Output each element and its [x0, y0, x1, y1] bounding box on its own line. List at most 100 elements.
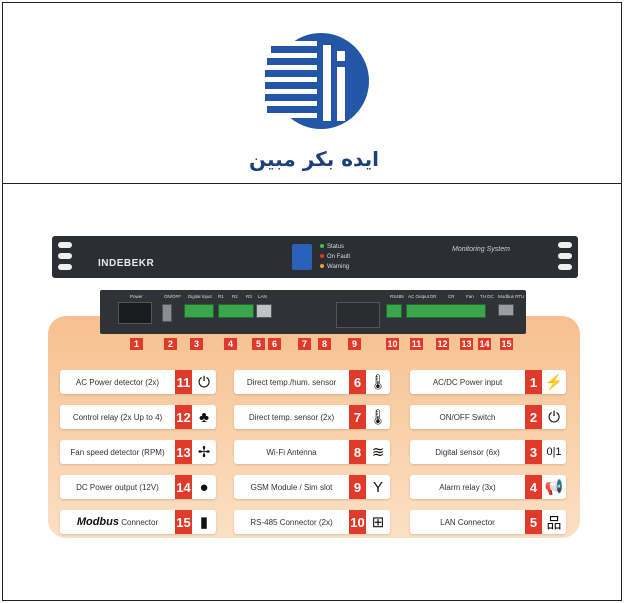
- feature-label: Direct temp. sensor (2x): [248, 412, 335, 422]
- thermo-hum-icon: 🌡: [368, 374, 388, 391]
- port-label: LAN: [258, 294, 267, 299]
- device-back-panel: Power ON/OFF Digital Input R1 R2 R3 LAN …: [100, 290, 526, 334]
- system-label: Monitoring System: [452, 246, 510, 253]
- port-label: AC Output: [408, 294, 430, 299]
- feature-modbus-connector: Modbus Connector 15 ▮: [60, 510, 216, 534]
- digital-input-terminal: [184, 304, 214, 318]
- feature-digital-sensor: Digital sensor (6x) 3 0|1: [410, 440, 566, 464]
- feature-label: Direct temp./hum. sensor: [246, 377, 337, 387]
- callout-10: 10: [386, 338, 399, 350]
- port-label: DR: [430, 294, 437, 299]
- port-label: Fan: [466, 294, 474, 299]
- feature-on-off-switch: ON/OFF Switch 2 ⏻: [410, 405, 566, 429]
- callout-11: 11: [410, 338, 423, 350]
- port-label: Digital Input: [188, 294, 212, 299]
- callout-9: 9: [348, 338, 361, 350]
- rack-slot: [58, 242, 72, 248]
- feature-label: Modbus Connector: [76, 516, 159, 528]
- callout-12: 12: [436, 338, 449, 350]
- callout-4: 4: [224, 338, 237, 350]
- feature-number: 4: [525, 475, 542, 499]
- feature-number: 2: [525, 405, 542, 429]
- led-warning: Warning: [320, 262, 350, 272]
- feature-label: Fan speed detector (RPM): [70, 447, 165, 457]
- feature-number: 13: [175, 440, 192, 464]
- feature-rs485-connector: RS-485 Connector (2x) 10 ⊞: [234, 510, 390, 534]
- feature-label: AC Power detector (2x): [75, 377, 160, 387]
- rs485-terminal: [386, 304, 402, 318]
- feature-label: RS-485 Connector (2x): [250, 517, 333, 527]
- port-label: Modbus RTU: [498, 294, 525, 299]
- device-front-panel: INDEBEKR Status On Fault Warning Monitor…: [52, 236, 578, 278]
- feature-number: 11: [175, 370, 192, 394]
- callout-15: 15: [500, 338, 513, 350]
- port-label: TH DC: [480, 294, 494, 299]
- callout-13: 13: [460, 338, 473, 350]
- callout-14: 14: [478, 338, 491, 350]
- feature-label: Control relay (2x Up to 4): [72, 412, 163, 422]
- feature-control-relay: Control relay (2x Up to 4) 12 ♣: [60, 405, 216, 429]
- port-label: R2: [232, 294, 238, 299]
- rack-slot: [58, 264, 72, 270]
- feature-number: 15: [175, 510, 192, 534]
- port-label: RS485: [390, 294, 404, 299]
- feature-lan-connector: LAN Connector 5 品: [410, 510, 566, 534]
- callout-8: 8: [318, 338, 331, 350]
- port-label: CR: [448, 294, 455, 299]
- feature-alarm-relay: Alarm relay (3x) 4 📢: [410, 475, 566, 499]
- callout-6: 6: [268, 338, 281, 350]
- feature-wifi-antenna: Wi-Fi Antenna 8 ≋: [234, 440, 390, 464]
- section-divider: [3, 183, 621, 184]
- callout-5: 5: [252, 338, 265, 350]
- feature-number: 1: [525, 370, 542, 394]
- dc-icon: ●: [199, 478, 209, 496]
- feature-label: Digital sensor (6x): [435, 447, 500, 457]
- feature-ac-power-detector: AC Power detector (2x) 11 ⏻: [60, 370, 216, 394]
- feature-number: 7: [349, 405, 366, 429]
- feature-temp-sensor: Direct temp. sensor (2x) 7 🌡: [234, 405, 390, 429]
- rs485-icon: ⊞: [371, 514, 385, 531]
- modbus-port: [498, 304, 514, 316]
- ac-icon: ⏻: [198, 373, 210, 391]
- power-icon: ⏻: [548, 408, 560, 426]
- rack-slot: [558, 264, 572, 270]
- feature-label: Alarm relay (3x): [439, 482, 496, 492]
- relay-terminal: [218, 304, 254, 318]
- feature-number: 6: [349, 370, 366, 394]
- feature-temp-hum-sensor: Direct temp./hum. sensor 6 🌡: [234, 370, 390, 394]
- company-logo: ایده بکر مبین: [249, 15, 379, 175]
- port-label: R1: [218, 294, 224, 299]
- joystick-icon: ♣: [199, 408, 209, 426]
- callout-2: 2: [164, 338, 177, 350]
- feature-label: ON/OFF Switch: [439, 412, 496, 422]
- callout-7: 7: [298, 338, 311, 350]
- output-terminals: [406, 304, 486, 318]
- fan-icon: ✢: [197, 444, 211, 461]
- feature-dc-power-output: DC Power output (12V) 14 ●: [60, 475, 216, 499]
- gsm-module: [336, 302, 380, 328]
- rack-slot: [558, 242, 572, 248]
- port-label: R3: [246, 294, 252, 299]
- power-switch: [162, 304, 172, 322]
- wifi-icon: ≋: [371, 444, 385, 461]
- network-icon: 品: [546, 514, 562, 532]
- port-label: Power: [130, 294, 143, 299]
- megaphone-icon: 📢: [544, 479, 564, 496]
- feature-label: DC Power output (12V): [76, 482, 159, 492]
- feature-number: 8: [349, 440, 366, 464]
- power-socket: [118, 302, 152, 324]
- logo-text: ایده بکر مبین: [249, 147, 379, 171]
- feature-label: LAN Connector: [440, 517, 495, 527]
- plug-icon: ⚡: [544, 374, 564, 391]
- callout-1: 1: [130, 338, 143, 350]
- logo-mark: [263, 33, 369, 129]
- binary-icon: 0|1: [546, 446, 562, 458]
- feature-number: 5: [525, 510, 542, 534]
- port-label: ON/OFF: [164, 294, 181, 299]
- device-logo: [292, 244, 312, 270]
- callout-3: 3: [190, 338, 203, 350]
- rack-slot: [558, 253, 572, 259]
- feature-number: 9: [349, 475, 366, 499]
- lan-port: [256, 304, 272, 318]
- usb-icon: ▮: [199, 514, 209, 531]
